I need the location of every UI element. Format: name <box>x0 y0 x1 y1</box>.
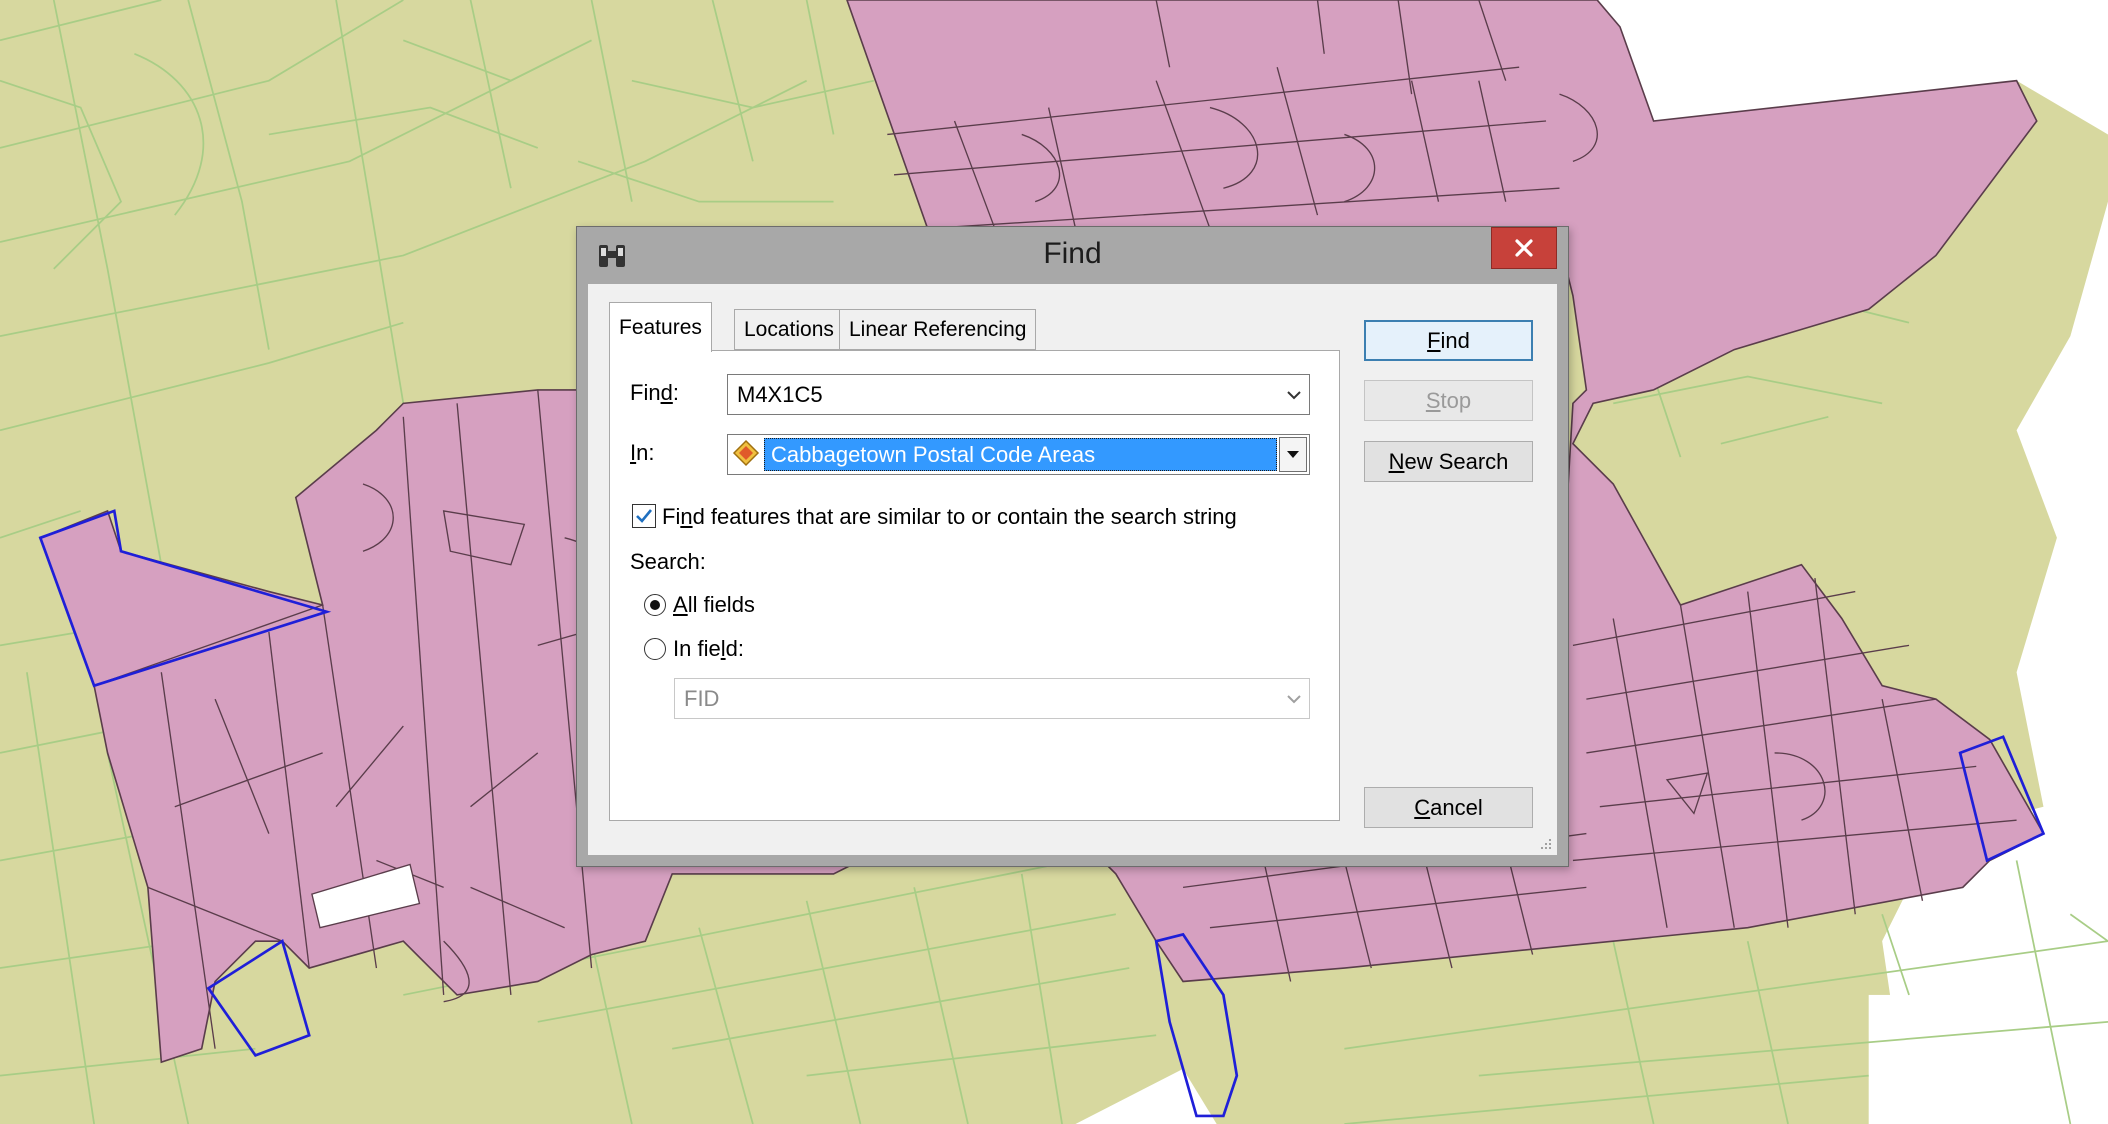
polygon-layer-icon <box>732 439 760 467</box>
all-fields-radio[interactable] <box>644 594 666 616</box>
chevron-down-icon[interactable] <box>1279 375 1309 414</box>
tab-linear-referencing[interactable]: Linear Referencing <box>839 309 1037 350</box>
search-label: Search: <box>630 549 706 574</box>
layer-select[interactable]: Cabbagetown Postal Code Areas <box>727 434 1310 475</box>
dialog-client-area: Features Locations Linear Referencing Fi… <box>588 284 1557 855</box>
chevron-down-icon[interactable] <box>1279 437 1307 472</box>
find-input-value: M4X1C5 <box>737 381 823 407</box>
find-label: Find: <box>630 380 679 405</box>
dialog-title: Find <box>1043 237 1102 270</box>
close-icon <box>1515 239 1533 257</box>
field-select-value: FID <box>684 685 720 711</box>
chevron-down-icon <box>1279 679 1309 718</box>
find-dialog: Find Features Locations Linear Referenci… <box>576 226 1569 867</box>
find-button[interactable]: Find <box>1364 320 1533 361</box>
all-fields-label: All fields <box>673 592 755 617</box>
checkmark-icon <box>636 509 653 523</box>
resize-grip-icon[interactable] <box>1537 835 1553 851</box>
layer-select-value: Cabbagetown Postal Code Areas <box>764 438 1277 471</box>
in-label: In: <box>630 440 655 465</box>
new-search-button[interactable]: New Search <box>1364 441 1533 482</box>
similar-checkbox-label: Find features that are similar to or con… <box>662 504 1237 529</box>
in-field-radio[interactable] <box>644 638 666 660</box>
tab-features[interactable]: Features <box>609 302 712 352</box>
features-tab-panel: Find: M4X1C5 In: Cabbagetown Postal Code… <box>609 350 1340 821</box>
stop-button[interactable]: Stop <box>1364 380 1533 421</box>
tab-label: Features <box>619 315 702 339</box>
close-button[interactable] <box>1491 227 1557 269</box>
dialog-titlebar[interactable]: Find <box>577 227 1568 282</box>
similar-checkbox[interactable] <box>632 504 656 528</box>
find-input[interactable]: M4X1C5 <box>727 374 1310 415</box>
in-field-label: In field: <box>673 636 744 661</box>
tab-locations[interactable]: Locations <box>734 309 844 350</box>
field-select[interactable]: FID <box>674 678 1310 719</box>
tab-label: Locations <box>744 317 834 341</box>
cancel-button[interactable]: Cancel <box>1364 787 1533 828</box>
tab-label: Linear Referencing <box>849 317 1027 341</box>
